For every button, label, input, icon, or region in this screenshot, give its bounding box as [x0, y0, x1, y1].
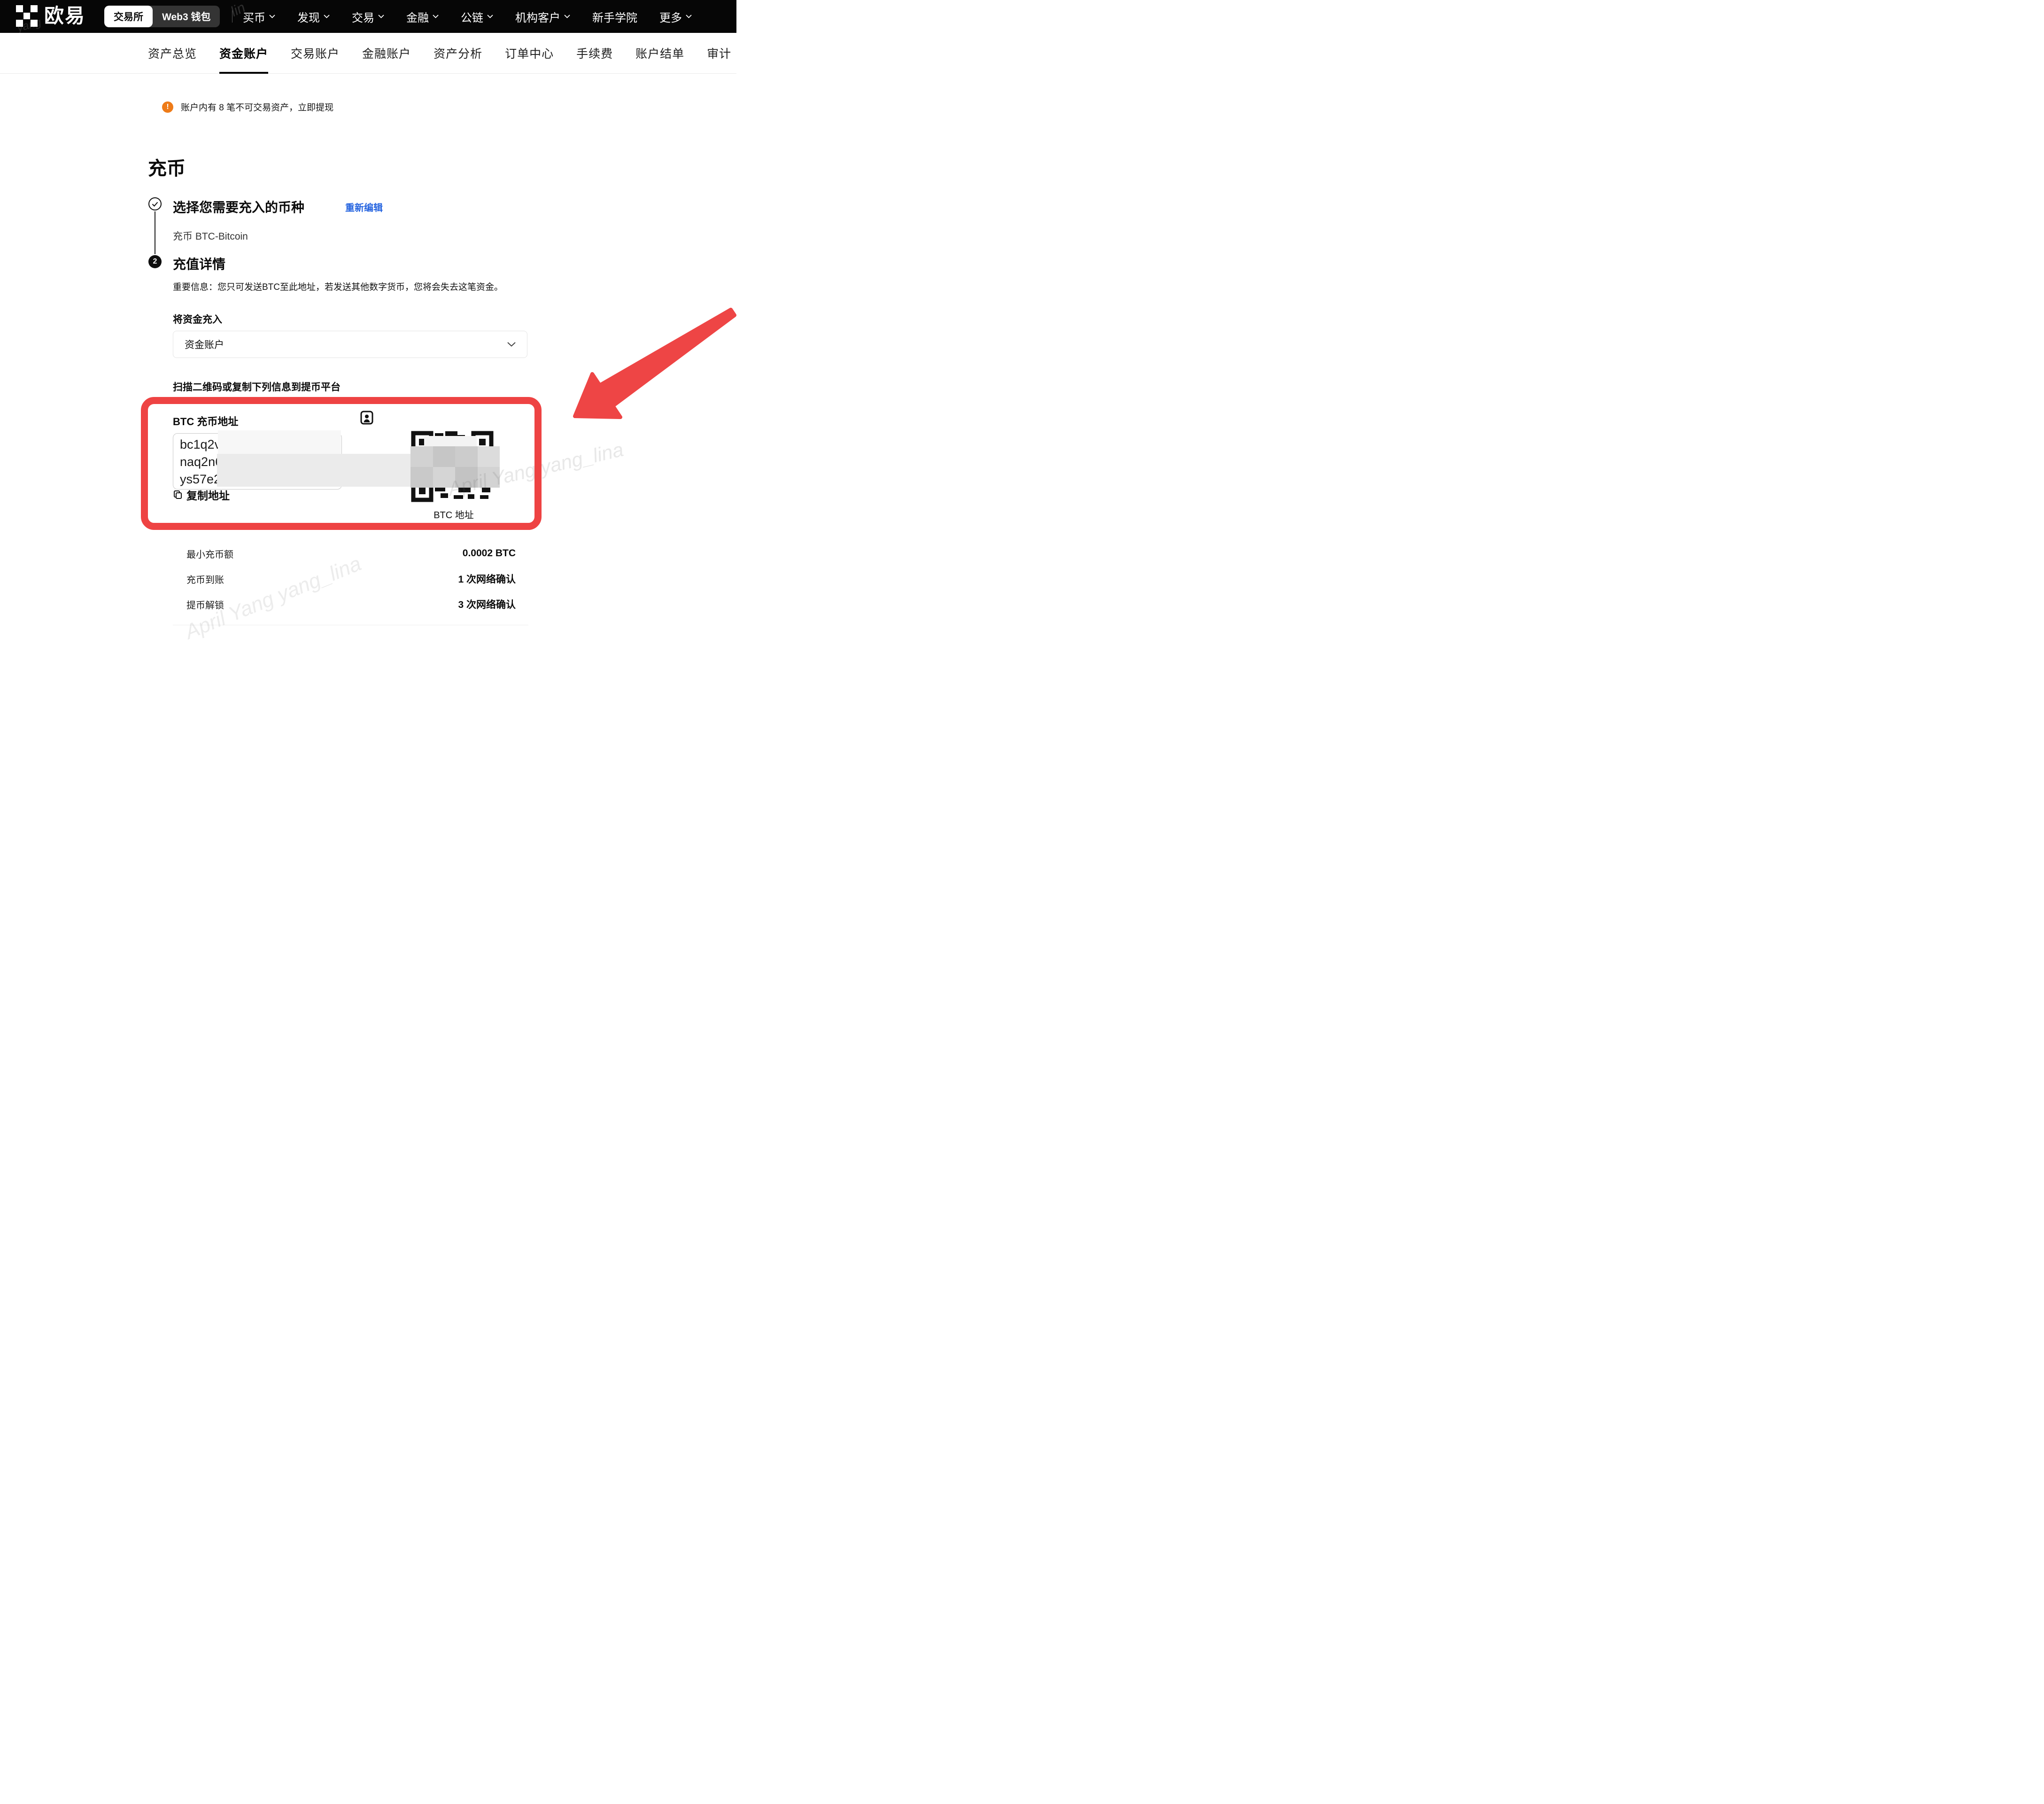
asset-tabs: 资产总览 资金账户 交易账户 金融账户 资产分析 订单中心 手续费 账户结单 审…	[148, 33, 731, 74]
row-deposit-arrival: 充币到账 1 次网络确认	[186, 573, 516, 584]
menu-label: 发现	[297, 8, 320, 25]
tab-trading-account[interactable]: 交易账户	[291, 33, 340, 74]
account-select[interactable]: 资金账户	[173, 331, 527, 358]
asset-subnav: 资产总览 资金账户 交易账户 金融账户 资产分析 订单中心 手续费 账户结单 审…	[0, 33, 736, 74]
untradable-assets-notice: ! 账户内有 8 笔不可交易资产，立即提现	[162, 101, 333, 113]
limit-label: 提币解锁	[186, 598, 224, 611]
main-menu: 买币 发现 交易 金融 公链 机构客户	[243, 0, 692, 33]
exchange-wallet-toggle: 交易所 Web3 钱包	[104, 6, 220, 27]
censor-overlay	[218, 430, 341, 457]
menu-label: 买币	[243, 8, 265, 25]
logo-text: 欧易	[44, 5, 85, 27]
okx-logo-icon	[16, 5, 38, 27]
limit-value: 1 次网络确认	[458, 572, 516, 586]
menu-label: 公链	[461, 8, 483, 25]
menu-label: 更多	[659, 8, 682, 25]
tab-audit[interactable]: 审计	[707, 33, 731, 74]
check-icon	[152, 202, 158, 207]
menu-item-more[interactable]: 更多	[659, 8, 692, 25]
qr-caption: BTC 地址	[407, 507, 501, 521]
chevron-down-icon	[433, 15, 439, 18]
scan-hint-text: 扫描二维码或复制下列信息到提币平台	[173, 380, 341, 394]
step1-selected-coin: 充币 BTC-Bitcoin	[173, 229, 248, 243]
menu-label: 新手学院	[592, 8, 637, 25]
step2-title: 充值详情	[173, 254, 225, 273]
step2-number-circle: 2	[148, 255, 162, 268]
menu-label: 机构客户	[515, 8, 560, 25]
menu-item-institutional[interactable]: 机构客户	[515, 8, 570, 25]
important-info-text: 重要信息：您只可发送BTC至此地址，若发送其他数字货币，您将会失去这笔资金。	[173, 280, 503, 293]
toggle-exchange-button[interactable]: 交易所	[104, 6, 153, 27]
tab-asset-overview[interactable]: 资产总览	[148, 33, 197, 74]
step1-check-circle	[148, 197, 162, 210]
menu-item-buy-crypto[interactable]: 买币	[243, 8, 275, 25]
step2-number: 2	[153, 257, 157, 266]
censor-overlay-pixelated	[410, 446, 500, 488]
limit-label: 最小充币额	[186, 547, 233, 560]
re-edit-link[interactable]: 重新编辑	[345, 200, 383, 214]
okx-logo[interactable]: 欧易	[16, 5, 85, 27]
limit-value: 3 次网络确认	[458, 597, 516, 611]
menu-label: 交易	[352, 8, 374, 25]
tab-asset-analysis[interactable]: 资产分析	[434, 33, 482, 74]
tab-funding-account[interactable]: 资金账户	[219, 33, 268, 74]
tab-order-center[interactable]: 订单中心	[505, 33, 554, 74]
account-select-value: 资金账户	[185, 337, 224, 351]
address-book-icon[interactable]	[360, 411, 374, 427]
copy-address-label: 复制地址	[186, 487, 230, 503]
notice-text[interactable]: 账户内有 8 笔不可交易资产，立即提现	[181, 101, 333, 113]
page-title: 充币	[148, 153, 186, 180]
menu-item-public-chain[interactable]: 公链	[461, 8, 493, 25]
chevron-down-icon	[487, 15, 493, 18]
chevron-down-icon	[564, 15, 570, 18]
chevron-down-icon	[378, 15, 384, 18]
tab-financial-account[interactable]: 金融账户	[362, 33, 411, 74]
chevron-down-icon	[269, 15, 275, 18]
deposit-details-list: 最小充币额 0.0002 BTC 充币到账 1 次网络确认 提币解锁 3 次网络…	[186, 548, 516, 624]
chevron-down-icon	[686, 15, 692, 18]
limit-value: 0.0002 BTC	[463, 548, 516, 559]
btc-deposit-page: lin yang 欧易 交易所 Web3 钱包 买币 发现	[0, 0, 736, 650]
chevron-down-icon	[324, 15, 330, 18]
limit-label: 充币到账	[186, 572, 224, 586]
copy-address-button[interactable]: 复制地址	[173, 487, 230, 503]
menu-item-discover[interactable]: 发现	[297, 8, 330, 25]
toggle-web3-wallet-button[interactable]: Web3 钱包	[153, 6, 220, 27]
tab-account-statement[interactable]: 账户结单	[635, 33, 684, 74]
chevron-down-icon	[507, 342, 516, 347]
menu-item-academy[interactable]: 新手学院	[592, 8, 637, 25]
menu-label: 金融	[406, 8, 429, 25]
row-withdrawal-unlock: 提币解锁 3 次网络确认	[186, 599, 516, 610]
step1-title: 选择您需要充入的币种	[173, 197, 304, 216]
tab-fees[interactable]: 手续费	[576, 33, 613, 74]
btc-address-label: BTC 充币地址	[173, 413, 238, 428]
menu-item-finance[interactable]: 金融	[406, 8, 439, 25]
copy-icon	[173, 490, 182, 500]
top-navbar: lin yang 欧易 交易所 Web3 钱包 买币 发现	[0, 0, 736, 33]
menu-item-trade[interactable]: 交易	[352, 8, 384, 25]
warning-icon: !	[162, 101, 173, 113]
row-min-deposit: 最小充币额 0.0002 BTC	[186, 548, 516, 559]
fund-to-label: 将资金充入	[173, 312, 222, 326]
